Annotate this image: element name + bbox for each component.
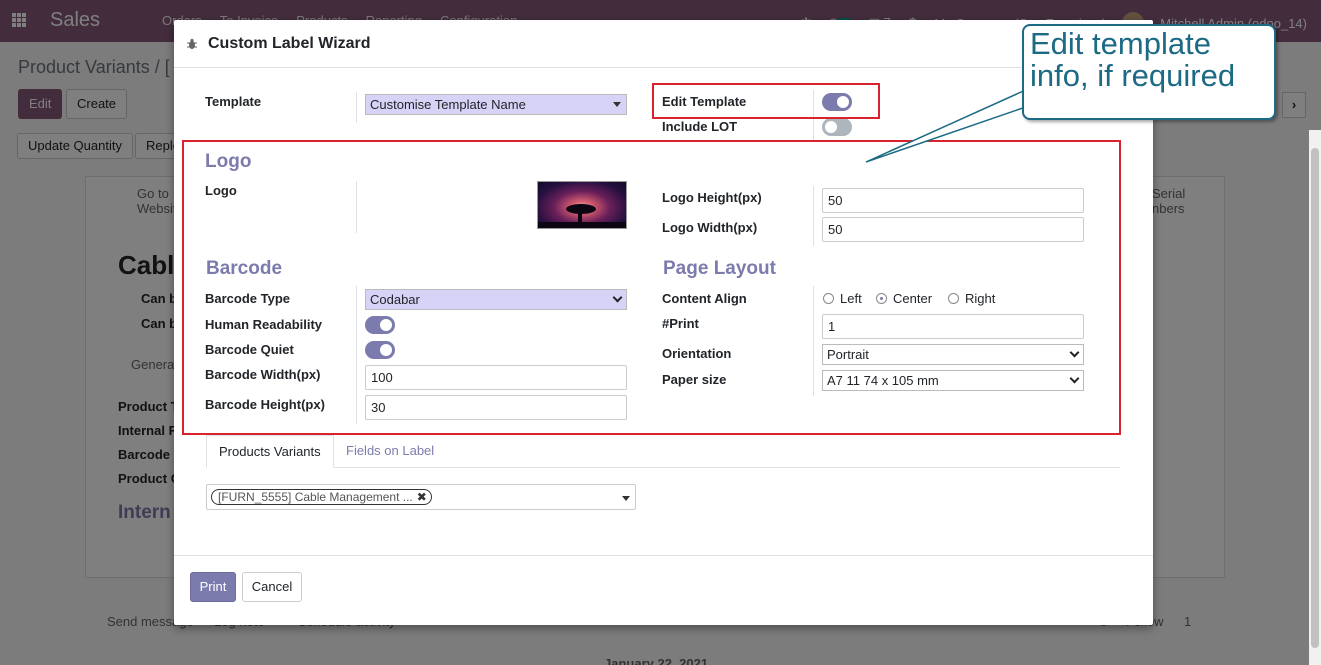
modal-header: Custom Label Wizard	[174, 20, 1153, 68]
tab-fields-on-label[interactable]: Fields on Label	[334, 435, 446, 466]
print-button[interactable]: Print	[190, 572, 236, 602]
tab-products-variants[interactable]: Products Variants	[206, 435, 334, 468]
template-label: Template	[205, 94, 262, 109]
bug-icon	[187, 38, 197, 49]
scrollbar-thumb[interactable]	[1311, 148, 1319, 648]
tabs-divider	[206, 467, 1120, 468]
highlight-template-settings	[182, 140, 1121, 435]
caret-down-icon	[613, 102, 621, 107]
template-value: Customise Template Name	[370, 97, 526, 112]
include-lot-label: Include LOT	[662, 119, 738, 134]
product-variants-field[interactable]: [FURN_5555] Cable Management ... ✖	[206, 484, 636, 510]
separator	[356, 92, 357, 123]
page-scrollbar[interactable]	[1309, 130, 1321, 665]
template-select[interactable]: Customise Template Name	[365, 94, 627, 115]
cancel-button[interactable]: Cancel	[242, 572, 302, 602]
modal-footer	[174, 555, 1153, 625]
callout-note: Edit template info, if required	[1022, 24, 1276, 120]
remove-tag-icon[interactable]: ✖	[417, 490, 427, 504]
product-tag-label: [FURN_5555] Cable Management ...	[218, 490, 413, 504]
product-tag: [FURN_5555] Cable Management ... ✖	[211, 489, 432, 505]
modal-title: Custom Label Wizard	[208, 35, 371, 52]
include-lot-toggle[interactable]	[822, 118, 852, 136]
caret-down-icon[interactable]	[622, 496, 630, 501]
highlight-edit-template	[652, 83, 880, 119]
